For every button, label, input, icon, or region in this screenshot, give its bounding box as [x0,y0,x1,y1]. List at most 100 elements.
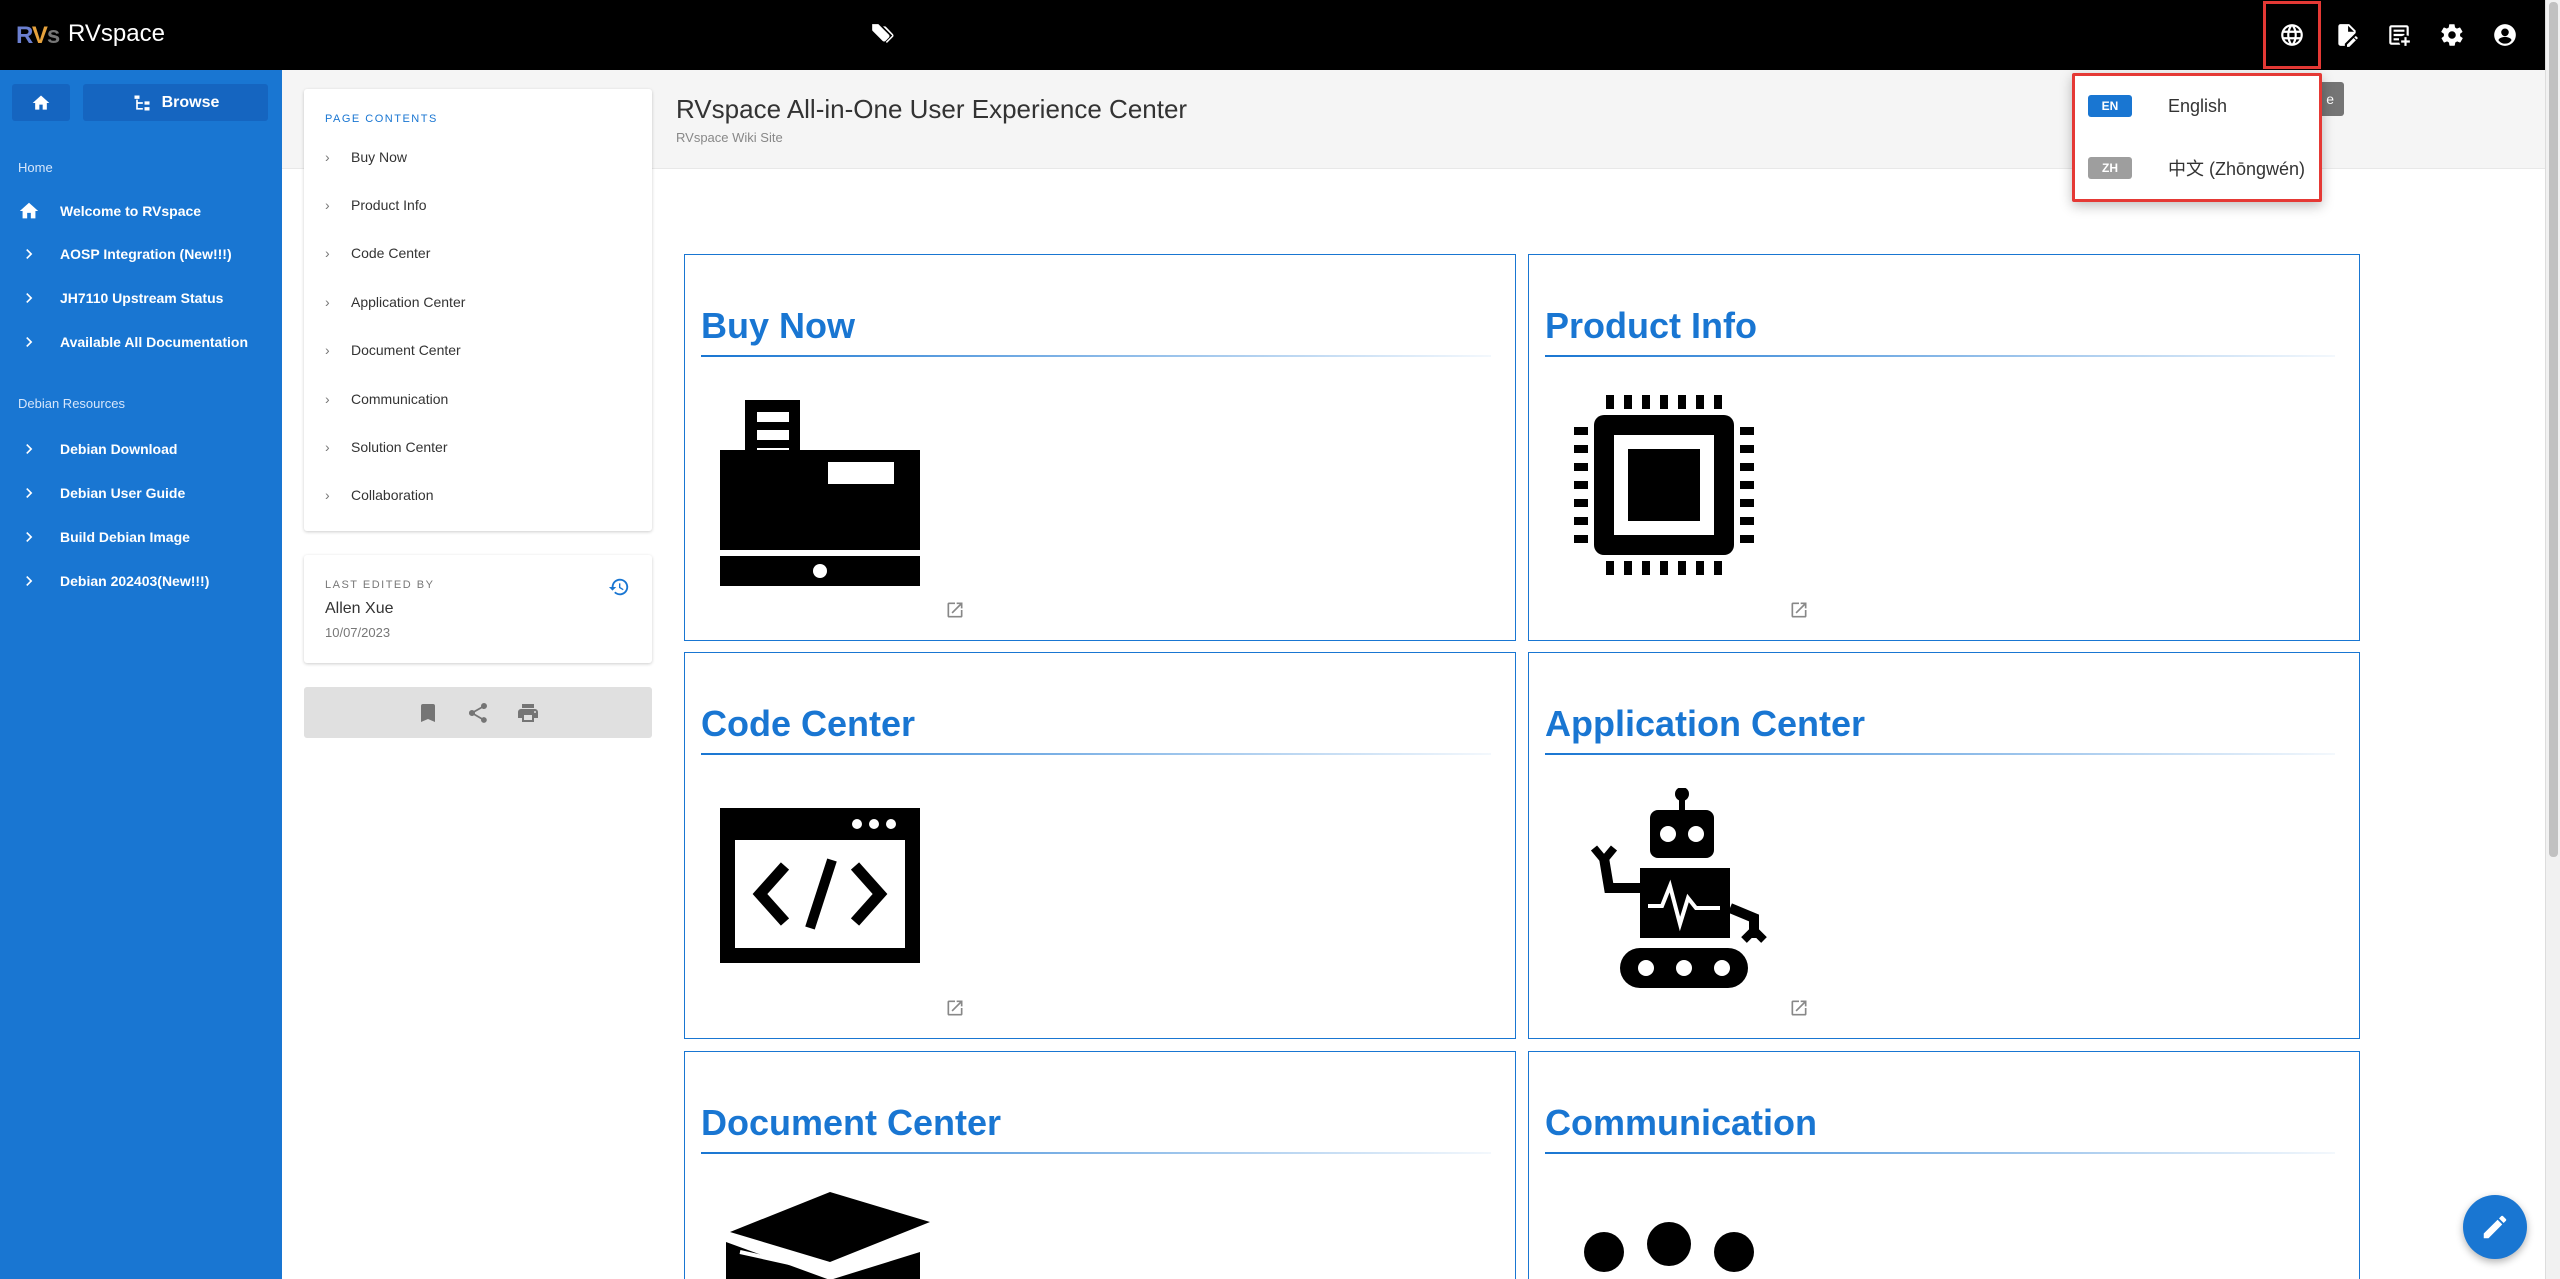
toc-item-label: Communication [351,391,449,407]
app-title[interactable]: RVspace [68,20,165,48]
external-link-icon[interactable] [1789,600,1809,620]
toc-item-label: Solution Center [351,439,448,455]
language-code-badge: EN [2088,95,2132,117]
sidebar-item-jh7110[interactable]: JH7110 Upstream Status [0,278,282,318]
toc-item-collaboration[interactable]: › Collaboration [325,487,434,503]
admin-settings-button[interactable] [2429,12,2475,58]
chevron-right-icon [26,249,33,259]
bookmark-icon[interactable] [416,701,440,725]
toc-item-solution-center[interactable]: › Solution Center [325,439,448,455]
card-title[interactable]: Application Center [1545,703,1865,745]
sidebar-item-label: Available All Documentation [60,334,248,350]
last-edited-author[interactable]: Allen Xue [325,600,394,618]
last-edited-heading: LAST EDITED BY [325,579,435,591]
toc-heading: PAGE CONTENTS [325,113,438,125]
card-divider [1545,753,2335,755]
cash-register-icon[interactable] [720,390,930,590]
toc-item-application-center[interactable]: › Application Center [325,294,465,310]
chevron-right-icon [26,337,33,347]
card-title[interactable]: Product Info [1545,305,1757,347]
card-document-center[interactable]: Document Center [684,1051,1516,1279]
sidebar-item-label: Debian Download [60,441,178,457]
sidebar-section-debian: Debian Resources [18,396,125,411]
gear-icon [2441,24,2463,46]
card-title[interactable]: Document Center [701,1102,1001,1144]
tags-icon[interactable] [870,22,896,48]
chevron-right-icon [26,488,33,498]
toc-item-document-center[interactable]: › Document Center [325,342,461,358]
external-link-icon[interactable] [945,998,965,1018]
edit-page-fab[interactable] [2463,1195,2527,1259]
toc-item-code-center[interactable]: › Code Center [325,245,430,261]
card-divider [701,753,1491,755]
sidebar-item-label: AOSP Integration (New!!!) [60,246,232,262]
toc-item-label: Collaboration [351,487,434,503]
language-option-chinese[interactable]: ZH 中文 (Zhōngwén) [2075,138,2319,198]
sidebar-item-label: Debian 202403(New!!!) [60,573,210,589]
robot-icon[interactable] [1564,788,1774,988]
chevron-right-icon: › [325,439,330,455]
language-name: 中文 (Zhōngwén) [2168,159,2306,179]
page-contents-card: PAGE CONTENTS › Buy Now › Product Info › Co… [304,89,652,531]
sidebar-item-label: Debian User Guide [60,485,186,501]
sidebar-item-documentation[interactable]: Available All Documentation [0,322,282,362]
file-edit-icon [2338,24,2358,47]
people-icon[interactable] [1564,1222,1774,1279]
sidebar-home-button[interactable] [12,84,70,121]
text-box-plus-icon [2389,25,2410,46]
chevron-right-icon [26,293,33,303]
card-divider [1545,1152,2335,1154]
toc-item-communication[interactable]: › Communication [325,391,448,407]
card-divider [1545,355,2335,357]
book-icon[interactable] [720,1192,930,1279]
chevron-right-icon: › [325,391,330,407]
language-option-english[interactable]: EN English [2075,76,2319,136]
sidebar-item-debian-download[interactable]: Debian Download [0,429,282,469]
sidebar-item-label: Build Debian Image [60,529,190,545]
chip-icon[interactable] [1564,390,1774,590]
page-subtitle: RVspace Wiki Site [676,130,783,145]
card-divider [701,355,1491,357]
share-icon[interactable] [466,701,490,725]
page-actions-button[interactable] [2376,12,2422,58]
printer-icon[interactable] [516,701,540,725]
history-icon[interactable] [608,576,630,598]
sidebar-item-debian-202403[interactable]: Debian 202403(New!!!) [0,561,282,601]
card-application-center[interactable]: Application Center [1528,652,2360,1039]
rvspace-logo[interactable]: RVs [16,22,60,50]
sidebar-item-debian-user-guide[interactable]: Debian User Guide [0,473,282,513]
code-window-icon[interactable] [720,788,930,988]
toc-item-product-info[interactable]: › Product Info [325,197,427,213]
sidebar-item-aosp[interactable]: AOSP Integration (New!!!) [0,234,282,274]
logo-letter: V [31,22,48,49]
card-title[interactable]: Code Center [701,703,915,745]
chevron-right-icon: › [325,149,330,165]
toc-item-label: Application Center [351,294,466,310]
sidebar-item-build-debian-image[interactable]: Build Debian Image [0,517,282,557]
external-link-icon[interactable] [1789,998,1809,1018]
chevron-right-icon [26,444,33,454]
chevron-right-icon [26,576,33,586]
toc-item-buy-now[interactable]: › Buy Now [325,149,407,165]
card-buy-now[interactable]: Buy Now [684,254,1516,641]
logo-letter: s [46,22,60,49]
sidebar-item-label: JH7110 Upstream Status [60,290,224,306]
external-link-icon[interactable] [945,600,965,620]
sidebar-section-home: Home [18,160,53,175]
sidebar-browse-button[interactable]: Browse [83,84,268,121]
scrollbar-thumb[interactable] [2549,2,2558,857]
language-button[interactable] [2263,1,2321,69]
account-button[interactable] [2482,12,2528,58]
sidebar-item-welcome[interactable]: Welcome to RVspace [0,191,282,231]
card-communication[interactable]: Communication [1528,1051,2360,1279]
card-title[interactable]: Communication [1545,1102,1817,1144]
card-title[interactable]: Buy Now [701,305,855,347]
language-name: English [2168,95,2228,116]
page-scrollbar[interactable] [2545,0,2560,1279]
toc-item-label: Document Center [351,342,461,358]
card-product-info[interactable]: Product Info [1528,254,2360,641]
top-bar: RVs RVspace [0,0,2545,70]
new-page-button[interactable] [2324,12,2370,58]
card-divider [701,1152,1491,1154]
card-code-center[interactable]: Code Center [684,652,1516,1039]
